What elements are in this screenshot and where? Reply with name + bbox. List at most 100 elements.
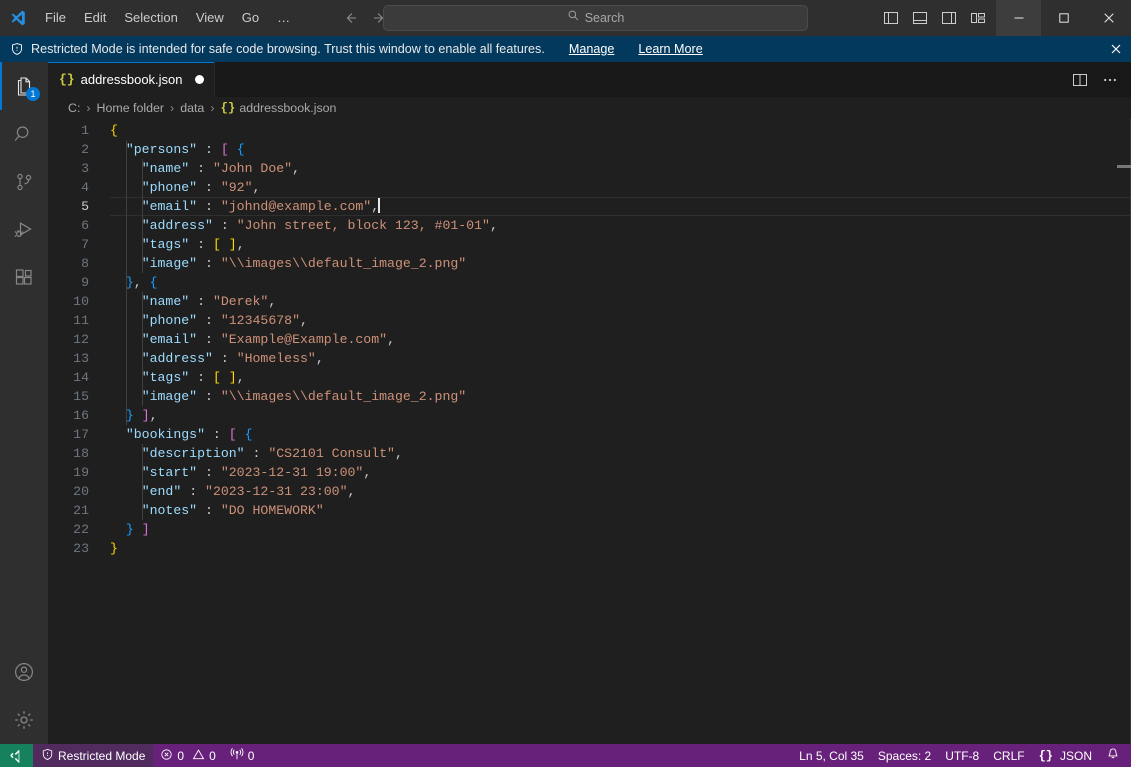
remote-window-button[interactable] [0, 744, 33, 767]
split-editor-icon[interactable] [1067, 67, 1093, 93]
arrow-left-icon[interactable] [339, 7, 361, 29]
menu-selection[interactable]: Selection [116, 7, 185, 29]
source-control-icon [17, 173, 32, 191]
title-bar: File Edit Selection View Go … Search [0, 0, 1131, 36]
breadcrumb-item-drive[interactable]: C: [68, 101, 80, 115]
toggle-panel-icon[interactable] [910, 8, 930, 28]
banner-manage-link[interactable]: Manage [569, 42, 615, 56]
menu-more[interactable]: … [269, 7, 298, 29]
line-content: "bookings" : [ { [125, 427, 253, 442]
account-icon [15, 663, 33, 681]
status-cursor-position[interactable]: Ln 5, Col 35 [792, 744, 871, 767]
status-warnings-count: 0 [209, 748, 216, 763]
code-line[interactable]: 22 } ] [48, 520, 1131, 539]
json-braces-icon: {} [1038, 748, 1053, 763]
json-braces-icon: {} [59, 72, 75, 87]
line-content: "end" : "2023-12-31 23:00", [141, 484, 356, 499]
sidebar-item-source-control[interactable] [0, 158, 48, 206]
code-line[interactable]: 18 "description" : "CS2101 Consult", [48, 444, 1131, 463]
code-line[interactable]: 23} [48, 539, 1131, 558]
code-line[interactable]: 14 "tags" : [ ], [48, 368, 1131, 387]
status-eol[interactable]: CRLF [986, 744, 1031, 767]
customize-layout-icon[interactable] [968, 8, 988, 28]
code-line[interactable]: 1{ [48, 121, 1131, 140]
code-line[interactable]: 16 } ], [48, 406, 1131, 425]
code-line[interactable]: 21 "notes" : "DO HOMEWORK" [48, 501, 1131, 520]
search-input[interactable]: Search [383, 5, 808, 31]
more-actions-icon[interactable] [1097, 67, 1123, 93]
code-line[interactable]: 15 "image" : "\\images\\default_image_2.… [48, 387, 1131, 406]
status-problems[interactable]: 0 0 [153, 744, 222, 767]
status-ports[interactable]: 0 [223, 744, 262, 767]
breadcrumb-item-file[interactable]: addressbook.json [239, 101, 336, 115]
line-number: 23 [73, 541, 89, 556]
code-line[interactable]: 17 "bookings" : [ { [48, 425, 1131, 444]
menu-bar: File Edit Selection View Go … [36, 0, 299, 36]
workbench-body: 1 {} addressbook.json C: › Home folder ›… [0, 62, 1131, 744]
breadcrumb-item-home-folder[interactable]: Home folder [97, 101, 165, 115]
line-content: "address" : "Homeless", [141, 351, 324, 366]
minimize-button[interactable] [996, 0, 1041, 36]
activity-bar: 1 [0, 62, 48, 744]
menu-view[interactable]: View [188, 7, 232, 29]
bell-icon [1106, 747, 1120, 764]
code-line[interactable]: 19 "start" : "2023-12-31 19:00", [48, 463, 1131, 482]
line-number: 14 [73, 370, 89, 385]
code-line[interactable]: 4 "phone" : "92", [48, 178, 1131, 197]
breadcrumb-item-data[interactable]: data [180, 101, 204, 115]
sidebar-item-settings[interactable] [0, 696, 48, 744]
radio-tower-icon [230, 747, 244, 764]
code-line[interactable]: 3 "name" : "John Doe", [48, 159, 1131, 178]
banner-close-icon[interactable] [1103, 36, 1129, 62]
close-button[interactable] [1086, 0, 1131, 36]
shield-icon [10, 42, 24, 56]
code-line[interactable]: 11 "phone" : "12345678", [48, 311, 1131, 330]
line-number: 12 [73, 332, 89, 347]
line-content: "email" : "Example@Example.com", [141, 332, 395, 347]
window-controls [996, 0, 1131, 36]
menu-go[interactable]: Go [234, 7, 267, 29]
banner-learn-more-link[interactable]: Learn More [638, 42, 702, 56]
unsaved-indicator[interactable] [194, 75, 204, 84]
code-editor[interactable]: 1{2 "persons" : [ {3 "name" : "John Doe"… [48, 119, 1131, 744]
maximize-button[interactable] [1041, 0, 1086, 36]
banner-message: Restricted Mode is intended for safe cod… [31, 42, 545, 56]
line-number: 15 [73, 389, 89, 404]
chevron-right-icon: › [86, 101, 91, 115]
menu-edit[interactable]: Edit [76, 7, 114, 29]
code-lines[interactable]: 1{2 "persons" : [ {3 "name" : "John Doe"… [48, 119, 1131, 558]
line-content: "notes" : "DO HOMEWORK" [141, 503, 324, 518]
code-line[interactable]: 8 "image" : "\\images\\default_image_2.p… [48, 254, 1131, 273]
shield-icon [41, 748, 54, 764]
code-line[interactable]: 2 "persons" : [ { [48, 140, 1131, 159]
code-line[interactable]: 13 "address" : "Homeless", [48, 349, 1131, 368]
sidebar-item-run-and-debug[interactable] [0, 206, 48, 254]
status-language-mode[interactable]: {} JSON [1032, 744, 1099, 767]
status-encoding[interactable]: UTF-8 [938, 744, 986, 767]
sidebar-item-extensions[interactable] [0, 254, 48, 302]
status-notifications[interactable] [1099, 744, 1127, 767]
line-number: 20 [73, 484, 89, 499]
menu-file[interactable]: File [37, 7, 74, 29]
status-restricted-mode[interactable]: Restricted Mode [33, 744, 154, 767]
toggle-primary-sidebar-icon[interactable] [881, 8, 901, 28]
tab-addressbook-json[interactable]: {} addressbook.json [48, 62, 215, 97]
editor-scrollbar[interactable] [1117, 119, 1131, 744]
sidebar-item-search[interactable] [0, 110, 48, 158]
chevron-right-icon: › [210, 101, 215, 115]
scrollbar-slider[interactable] [1117, 165, 1131, 168]
status-bar: Restricted Mode 0 0 0 Ln 5, Col 35 Space… [0, 744, 1131, 767]
line-content: } [110, 541, 118, 556]
code-line[interactable]: 7 "tags" : [ ], [48, 235, 1131, 254]
status-indentation[interactable]: Spaces: 2 [871, 744, 938, 767]
code-line[interactable]: 10 "name" : "Derek", [48, 292, 1131, 311]
code-line[interactable]: 9 }, { [48, 273, 1131, 292]
code-line[interactable]: 5 "email" : "johnd@example.com", [48, 197, 1131, 216]
sidebar-item-explorer[interactable]: 1 [0, 62, 48, 110]
line-content: "image" : "\\images\\default_image_2.png… [141, 256, 467, 271]
code-line[interactable]: 12 "email" : "Example@Example.com", [48, 330, 1131, 349]
code-line[interactable]: 20 "end" : "2023-12-31 23:00", [48, 482, 1131, 501]
toggle-secondary-sidebar-icon[interactable] [939, 8, 959, 28]
sidebar-item-accounts[interactable] [0, 648, 48, 696]
code-line[interactable]: 6 "address" : "John street, block 123, #… [48, 216, 1131, 235]
